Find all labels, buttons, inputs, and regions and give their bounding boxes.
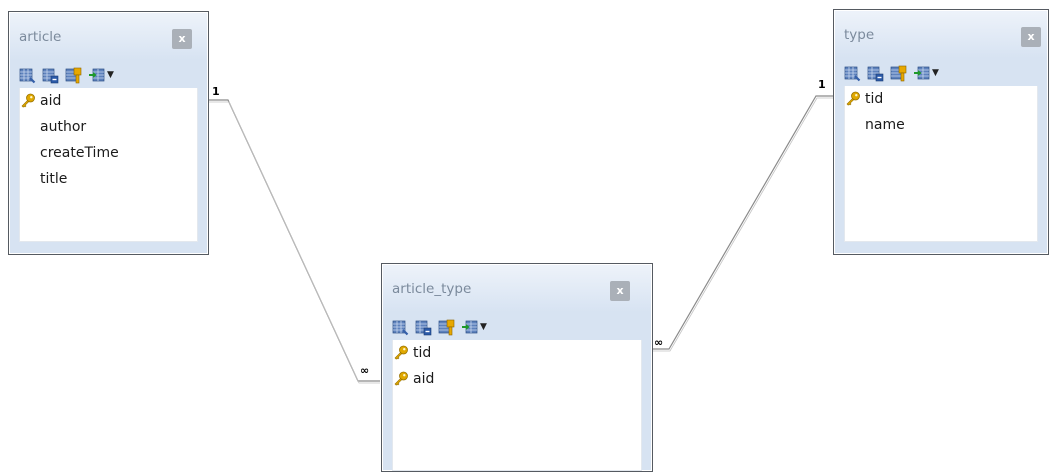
key-icon — [393, 371, 409, 387]
table-article_type[interactable]: article_type x ▼ tid aid — [381, 263, 653, 472]
key-icon — [393, 345, 409, 361]
table-type[interactable]: type x ▼ tid name — [833, 9, 1049, 255]
key-icon — [20, 93, 36, 109]
primary-key-icon[interactable] — [438, 319, 455, 336]
remove-field-icon[interactable] — [867, 65, 884, 82]
add-field-icon[interactable] — [844, 65, 861, 82]
field-row[interactable]: tid — [845, 88, 883, 110]
table-title: type — [844, 27, 875, 43]
table-article[interactable]: article x ▼ aid author createTime title — [8, 11, 209, 255]
close-button[interactable]: x — [1021, 27, 1041, 47]
table-title: article — [19, 29, 62, 45]
cardinality-article_type-right: ∞ — [654, 336, 663, 349]
close-button[interactable]: x — [610, 281, 630, 301]
table-header[interactable]: article_type x — [382, 264, 652, 308]
field-name: aid — [413, 371, 435, 387]
insert-field-icon[interactable] — [88, 67, 105, 84]
remove-field-icon[interactable] — [42, 67, 59, 84]
er-diagram-canvas: 1 ∞ 1 ∞ article x ▼ aid author createTim… — [0, 0, 1050, 472]
remove-field-icon[interactable] — [415, 319, 432, 336]
field-row[interactable]: aid — [20, 90, 61, 112]
close-button[interactable]: x — [172, 29, 192, 49]
field-name: author — [40, 119, 87, 135]
cardinality-article_type-left: ∞ — [360, 364, 369, 377]
field-row[interactable]: author — [20, 116, 86, 138]
field-row[interactable]: tid — [393, 342, 431, 364]
primary-key-icon[interactable] — [890, 65, 907, 82]
relation-type-article_type — [652, 95, 833, 350]
table-toolbar: ▼ — [19, 64, 198, 86]
table-header[interactable]: type x — [834, 10, 1048, 54]
field-row[interactable]: name — [845, 114, 905, 136]
field-name: aid — [40, 93, 62, 109]
add-field-icon[interactable] — [392, 319, 409, 336]
field-list: tid aid — [392, 340, 642, 471]
field-name: tid — [865, 91, 884, 107]
add-field-icon[interactable] — [19, 67, 36, 84]
relation-article-article_type — [209, 99, 380, 382]
insert-field-icon[interactable] — [461, 319, 478, 336]
table-toolbar: ▼ — [844, 62, 1038, 84]
key-icon — [845, 91, 861, 107]
table-toolbar: ▼ — [392, 316, 642, 338]
table-header[interactable]: article x — [9, 12, 208, 56]
chevron-down-icon[interactable]: ▼ — [932, 68, 939, 78]
cardinality-type-side: 1 — [818, 78, 826, 91]
field-list: tid name — [844, 86, 1038, 242]
primary-key-icon[interactable] — [65, 67, 82, 84]
field-row[interactable]: aid — [393, 368, 434, 390]
insert-field-icon[interactable] — [913, 65, 930, 82]
field-name: createTime — [40, 145, 119, 161]
field-row[interactable]: createTime — [20, 142, 119, 164]
cardinality-article-side: 1 — [212, 85, 220, 98]
table-title: article_type — [392, 281, 472, 297]
field-name: title — [40, 171, 68, 187]
field-name: name — [865, 117, 905, 133]
chevron-down-icon[interactable]: ▼ — [480, 322, 487, 332]
field-list: aid author createTime title — [19, 88, 198, 242]
field-row[interactable]: title — [20, 168, 67, 190]
chevron-down-icon[interactable]: ▼ — [107, 70, 114, 80]
field-name: tid — [413, 345, 432, 361]
